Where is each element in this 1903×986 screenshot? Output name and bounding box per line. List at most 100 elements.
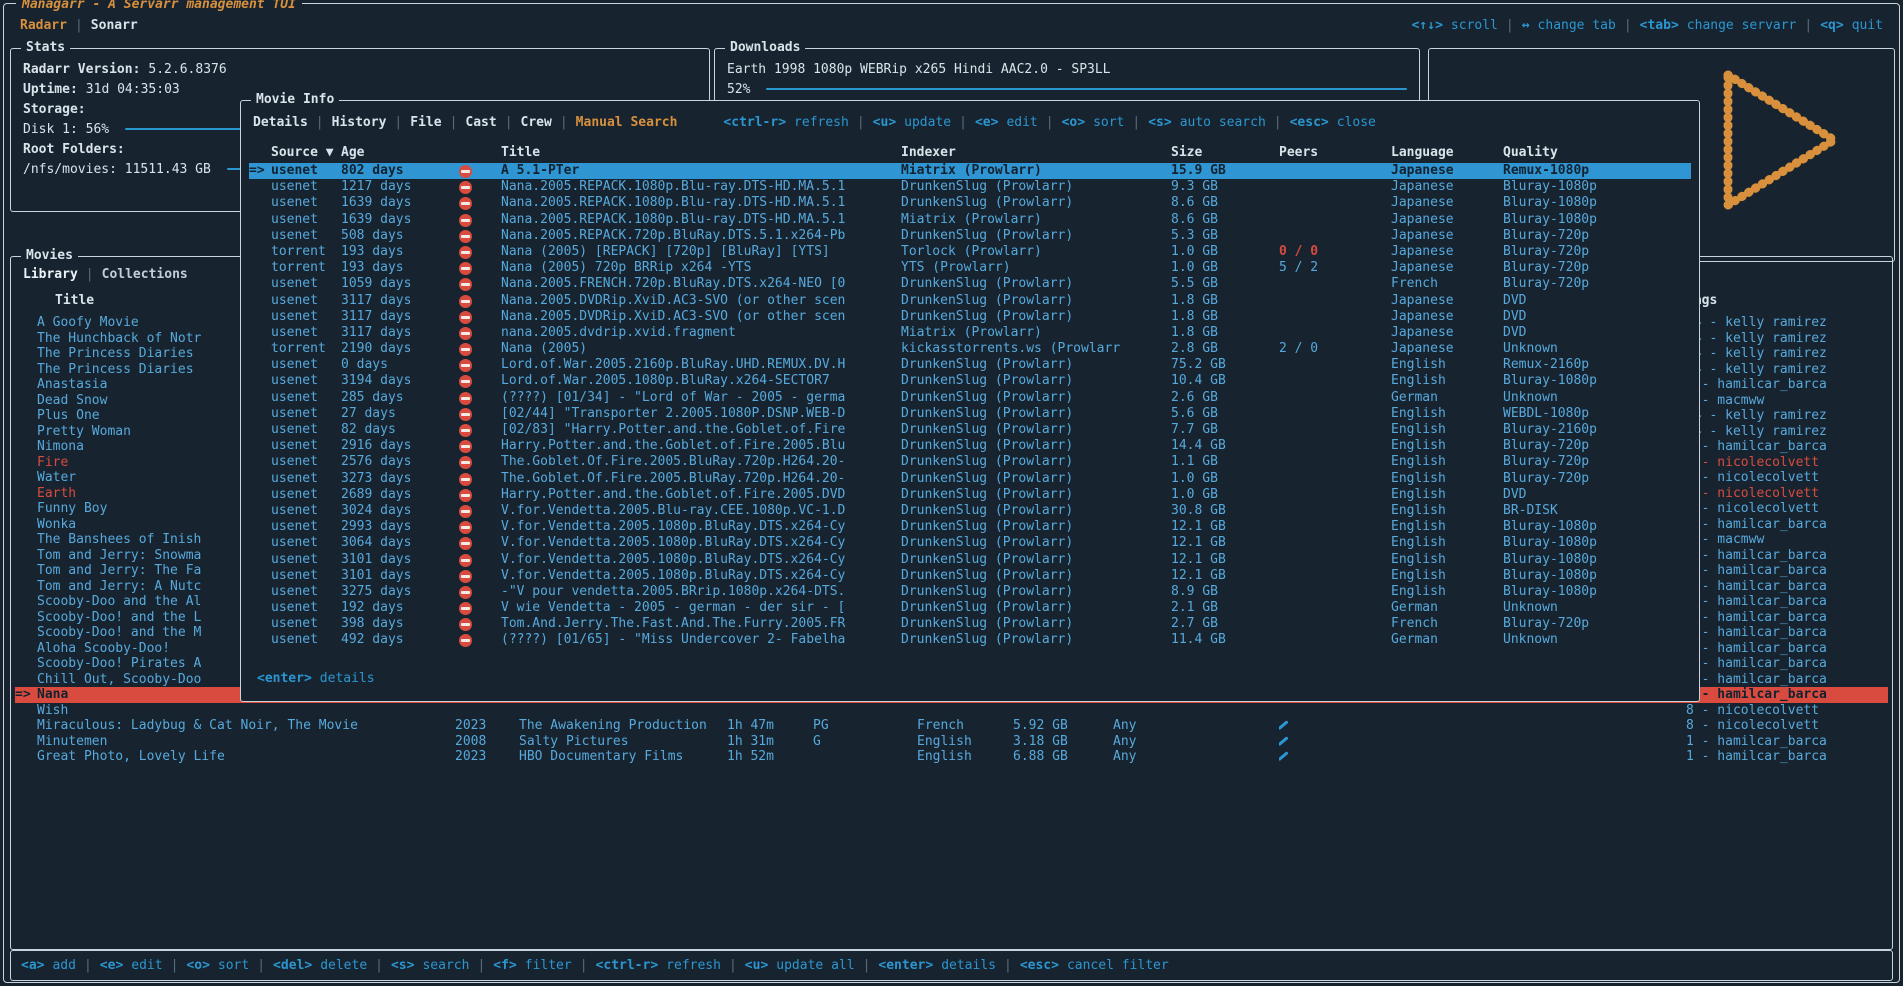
- release-row[interactable]: usenet192 daysV wie Vendetta - 2005 - ge…: [249, 600, 1691, 616]
- release-row[interactable]: usenet1639 daysNana.2005.REPACK.1080p.Bl…: [249, 195, 1691, 211]
- release-source: usenet: [271, 373, 341, 389]
- release-row[interactable]: usenet3275 days-"V pour vendetta.2005.BR…: [249, 584, 1691, 600]
- download-percent: 52%: [727, 82, 750, 97]
- release-size: 1.0 GB: [1171, 260, 1279, 276]
- rejected-icon: [459, 471, 501, 487]
- release-row[interactable]: usenet508 daysNana.2005.REPACK.720p.BluR…: [249, 228, 1691, 244]
- release-language: Japanese: [1391, 163, 1503, 179]
- row-prefix: [15, 517, 37, 533]
- release-row[interactable]: usenet398 daysTom.And.Jerry.The.Fast.And…: [249, 616, 1691, 632]
- movie-row[interactable]: Wish8 - nicolecolvett: [15, 703, 1888, 719]
- release-row[interactable]: usenet3273 daysThe.Goblet.Of.Fire.2005.B…: [249, 471, 1691, 487]
- release-row[interactable]: usenet3101 daysV.for.Vendetta.2005.1080p…: [249, 552, 1691, 568]
- release-row[interactable]: torrent193 daysNana (2005) 720p BRRip x2…: [249, 260, 1691, 276]
- movie-size: 5.92 GB: [1013, 718, 1113, 734]
- release-row[interactable]: usenet3117 daysNana.2005.DVDRip.XviD.AC3…: [249, 309, 1691, 325]
- movie-tags: 1 - hamilcar_barca: [1686, 625, 1888, 641]
- movies-tabs: Library|Collections: [23, 267, 188, 282]
- rejected-icon: [459, 343, 472, 356]
- version-label: Radarr Version:: [23, 62, 140, 77]
- release-row[interactable]: usenet3117 daysNana.2005.DVDRip.XviD.AC3…: [249, 293, 1691, 309]
- release-row[interactable]: usenet3024 daysV.for.Vendetta.2005.Blu-r…: [249, 503, 1691, 519]
- release-row[interactable]: usenet27 days[02/44] "Transporter 2.2005…: [249, 406, 1691, 422]
- release-title: Nana.2005.REPACK.1080p.Blu-ray.DTS-HD.MA…: [501, 179, 901, 195]
- release-peers: [1279, 535, 1391, 551]
- rejected-icon: [459, 246, 472, 259]
- release-row[interactable]: usenet285 days(????) [01/34] - "Lord of …: [249, 390, 1691, 406]
- movie-tag-icon: [1279, 718, 1319, 734]
- column-header-title: Title: [501, 145, 901, 161]
- help-key: <enter>: [878, 958, 933, 973]
- release-row[interactable]: usenet3117 daysnana.2005.dvdrip.xvid.fra…: [249, 325, 1691, 341]
- release-age: 802 days: [341, 163, 459, 179]
- release-language: German: [1391, 390, 1503, 406]
- rejected-icon: [459, 327, 472, 340]
- help-action: refresh: [666, 958, 721, 973]
- release-indexer: DrunkenSlug (Prowlarr): [901, 568, 1171, 584]
- row-prefix: [249, 519, 271, 535]
- help-key: <q>: [1820, 18, 1843, 33]
- tab-file[interactable]: File: [410, 115, 441, 130]
- release-size: 1.1 GB: [1171, 454, 1279, 470]
- rejected-icon: [459, 325, 501, 341]
- row-prefix: [249, 584, 271, 600]
- release-row[interactable]: usenet2993 daysV.for.Vendetta.2005.1080p…: [249, 519, 1691, 535]
- release-row[interactable]: usenet2576 daysThe.Goblet.Of.Fire.2005.B…: [249, 454, 1691, 470]
- release-row[interactable]: usenet2689 daysHarry.Potter.and.the.Gobl…: [249, 487, 1691, 503]
- help-action: edit: [1006, 115, 1037, 130]
- help-key: <e>: [975, 115, 998, 130]
- release-row[interactable]: usenet0 daysLord.of.War.2005.2160p.BluRa…: [249, 357, 1691, 373]
- movie-row[interactable]: Minutemen2008Salty Pictures1h 31mGEnglis…: [15, 734, 1888, 750]
- release-row[interactable]: usenet3194 daysLord.of.War.2005.1080p.Bl…: [249, 373, 1691, 389]
- release-size: 75.2 GB: [1171, 357, 1279, 373]
- release-language: English: [1391, 422, 1503, 438]
- tab-library[interactable]: Library: [23, 267, 78, 282]
- release-quality: BR-DISK: [1503, 503, 1691, 519]
- release-row[interactable]: =>usenet802 daysA 5.1-PTerMiatrix (Prowl…: [249, 163, 1691, 179]
- row-prefix: [249, 195, 271, 211]
- help-action: details: [320, 671, 375, 686]
- release-row[interactable]: usenet1639 daysNana.2005.REPACK.1080p.Bl…: [249, 212, 1691, 228]
- release-quality: Unknown: [1503, 600, 1691, 616]
- tab-cast[interactable]: Cast: [465, 115, 496, 130]
- release-row[interactable]: torrent193 daysNana (2005) [REPACK] [720…: [249, 244, 1691, 260]
- release-age: 0 days: [341, 357, 459, 373]
- help-key: <ctrl-r>: [723, 115, 786, 130]
- tab-sonarr[interactable]: Sonarr: [91, 18, 138, 33]
- movie-tags: 1 - hamilcar_barca: [1686, 656, 1888, 672]
- release-indexer: DrunkenSlug (Prowlarr): [901, 228, 1171, 244]
- tab-collections[interactable]: Collections: [102, 267, 188, 282]
- release-row[interactable]: usenet3064 daysV.for.Vendetta.2005.1080p…: [249, 535, 1691, 551]
- tab-details[interactable]: Details: [253, 115, 308, 130]
- help-key: <o>: [186, 958, 209, 973]
- download-progress-gauge: [766, 88, 1407, 90]
- rejected-icon: [459, 181, 472, 194]
- release-row[interactable]: torrent2190 daysNana (2005)kickasstorren…: [249, 341, 1691, 357]
- release-row[interactable]: usenet1217 daysNana.2005.REPACK.1080p.Bl…: [249, 179, 1691, 195]
- tab-radarr[interactable]: Radarr: [20, 18, 67, 33]
- tab-history[interactable]: History: [332, 115, 387, 130]
- release-age: 2993 days: [341, 519, 459, 535]
- release-source: usenet: [271, 471, 341, 487]
- movie-title: Wish: [37, 703, 455, 719]
- help-key: <e>: [100, 958, 123, 973]
- release-row[interactable]: usenet3101 daysV.for.Vendetta.2005.1080p…: [249, 568, 1691, 584]
- release-row[interactable]: usenet82 days[02/83] "Harry.Potter.and.t…: [249, 422, 1691, 438]
- rejected-icon: [459, 440, 472, 453]
- separator: |: [863, 958, 871, 973]
- tab-crew[interactable]: Crew: [521, 115, 552, 130]
- movie-row[interactable]: Miraculous: Ladybug & Cat Noir, The Movi…: [15, 718, 1888, 734]
- release-row[interactable]: usenet2916 daysHarry.Potter.and.the.Gobl…: [249, 438, 1691, 454]
- release-title: Nana.2005.DVDRip.XviD.AC3-SVO (or other …: [501, 309, 901, 325]
- release-peers: [1279, 422, 1391, 438]
- movie-rating: [813, 703, 917, 719]
- rejected-icon: [459, 552, 501, 568]
- movie-tags: 1 - hamilcar_barca: [1686, 563, 1888, 579]
- release-row[interactable]: usenet492 days(????) [01/65] - "Miss Und…: [249, 632, 1691, 648]
- tab-manual-search[interactable]: Manual Search: [576, 115, 678, 130]
- release-indexer: Miatrix (Prowlarr): [901, 163, 1171, 179]
- release-row[interactable]: usenet1059 daysNana.2005.FRENCH.720p.Blu…: [249, 276, 1691, 292]
- movie-row[interactable]: Great Photo, Lovely Life2023HBO Document…: [15, 749, 1888, 765]
- row-prefix: [15, 703, 37, 719]
- release-quality: Bluray-720p: [1503, 260, 1691, 276]
